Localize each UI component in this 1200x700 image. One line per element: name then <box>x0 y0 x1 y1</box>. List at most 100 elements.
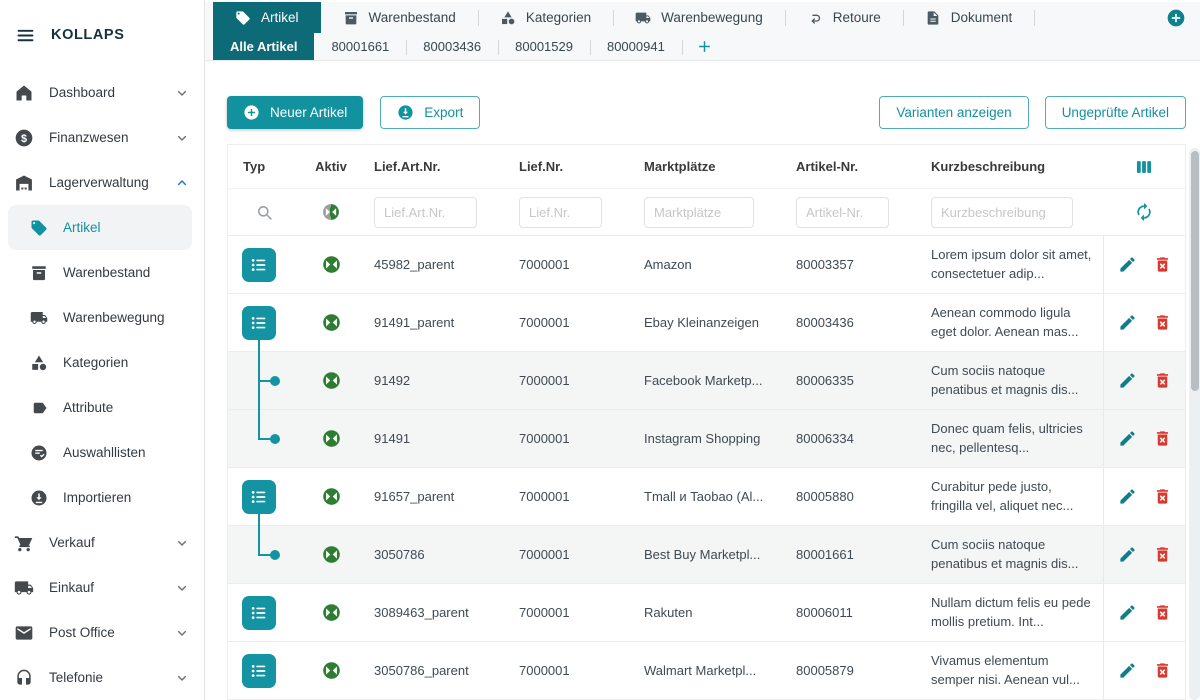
sidebar-item-verkauf[interactable]: Verkauf <box>0 520 204 565</box>
filter-input-artikel-nr[interactable] <box>796 197 889 228</box>
edit-button[interactable] <box>1118 371 1137 390</box>
active-cell <box>300 544 362 565</box>
lief-art-nr-cell: 3089463_parent <box>362 605 507 620</box>
article-type-button[interactable] <box>242 306 276 340</box>
scrollbar-thumb[interactable] <box>1191 151 1199 391</box>
lief-nr-cell: 7000001 <box>507 489 632 504</box>
vertical-scrollbar[interactable] <box>1189 148 1200 700</box>
tab-kategorien[interactable]: Kategorien <box>478 2 613 33</box>
delete-trash-icon <box>1153 545 1172 564</box>
delete-button[interactable] <box>1153 545 1172 564</box>
sidebar-item-telefonie[interactable]: Telefonie <box>0 655 204 700</box>
active-status-icon[interactable] <box>321 428 342 449</box>
active-status-icon[interactable] <box>321 312 342 333</box>
lief-nr-cell: 7000001 <box>507 663 632 678</box>
edit-pencil-icon <box>1118 255 1137 274</box>
type-cell <box>228 526 300 583</box>
sidebar-item-auswahllisten[interactable]: Auswahllisten <box>0 430 204 475</box>
unchecked-articles-button[interactable]: Ungeprüfte Artikel <box>1045 96 1186 129</box>
edit-pencil-icon <box>1118 487 1137 506</box>
columns-icon[interactable] <box>1134 157 1154 177</box>
export-button[interactable]: Export <box>380 96 480 129</box>
filter-input-marktpl-tze[interactable] <box>644 197 754 228</box>
filter-cell-artikel-nr <box>784 197 919 228</box>
sidebar-item-einkauf[interactable]: Einkauf <box>0 565 204 610</box>
active-status-icon[interactable] <box>321 602 342 623</box>
tag-icon <box>30 219 48 237</box>
article-type-button[interactable] <box>242 248 276 282</box>
subtab-80001661[interactable]: 80001661 <box>314 33 406 60</box>
sidebar-item-dashboard[interactable]: Dashboard <box>0 70 204 115</box>
artikel-nr-cell: 80005880 <box>784 489 919 504</box>
article-type-button[interactable] <box>242 480 276 514</box>
column-header-kurzbeschreibung: Kurzbeschreibung <box>919 159 1103 174</box>
sidebar-item-attribute[interactable]: Attribute <box>0 385 204 430</box>
delete-button[interactable] <box>1153 313 1172 332</box>
active-status-icon[interactable] <box>321 544 342 565</box>
artikel-nr-cell: 80006335 <box>784 373 919 388</box>
table-row: 91657_parent 7000001 Tmall и Taobao (Al.… <box>228 468 1185 526</box>
subtab-80001529[interactable]: 80001529 <box>498 33 590 60</box>
plus-circle-icon <box>243 104 260 121</box>
actions-cell <box>1103 642 1185 699</box>
sidebar-item-lagerverwaltung[interactable]: Lagerverwaltung <box>0 160 204 205</box>
delete-trash-icon <box>1153 429 1172 448</box>
shapes-icon <box>30 354 48 372</box>
add-tab-button[interactable] <box>1166 8 1186 28</box>
delete-trash-icon <box>1153 661 1172 680</box>
delete-trash-icon <box>1153 371 1172 390</box>
active-status-icon[interactable] <box>321 370 342 391</box>
show-variants-button[interactable]: Varianten anzeigen <box>879 96 1028 129</box>
edit-button[interactable] <box>1118 545 1137 564</box>
delete-button[interactable] <box>1153 371 1172 390</box>
menu-icon[interactable] <box>15 25 36 46</box>
sidebar-item-artikel[interactable]: Artikel <box>8 205 192 250</box>
list-icon <box>248 660 270 682</box>
show-variants-label: Varianten anzeigen <box>896 105 1011 120</box>
active-status-icon[interactable] <box>321 486 342 507</box>
tab-artikel[interactable]: Artikel <box>213 2 321 33</box>
tab-retoure[interactable]: Retoure <box>785 2 903 33</box>
article-type-button[interactable] <box>242 596 276 630</box>
sidebar-item-warenbestand[interactable]: Warenbestand <box>0 250 204 295</box>
type-cell <box>228 468 300 525</box>
filter-input-lief-art-nr[interactable] <box>374 197 477 228</box>
sidebar-item-importieren[interactable]: Importieren <box>0 475 204 520</box>
refresh-icon[interactable] <box>1134 202 1154 222</box>
new-article-button[interactable]: Neuer Artikel <box>227 96 363 129</box>
edit-button[interactable] <box>1118 429 1137 448</box>
table-body: 45982_parent 7000001 Amazon 80003357 Lor… <box>228 236 1185 700</box>
delete-button[interactable] <box>1153 255 1172 274</box>
delete-button[interactable] <box>1153 429 1172 448</box>
article-type-button[interactable] <box>242 654 276 688</box>
kurzbeschreibung-cell: Cum sociis natoque penatibus et magnis d… <box>919 362 1103 400</box>
edit-button[interactable] <box>1118 313 1137 332</box>
add-subtab-button[interactable] <box>682 33 727 60</box>
sidebar-item-post-office[interactable]: Post Office <box>0 610 204 655</box>
filter-input-lief-nr[interactable] <box>519 197 602 228</box>
active-filter-toggle-icon[interactable] <box>321 202 341 222</box>
chevron-down-icon <box>174 535 190 551</box>
kurzbeschreibung-cell: Donec quam felis, ultricies nec, pellent… <box>919 420 1103 458</box>
delete-button[interactable] <box>1153 603 1172 622</box>
tab-dokument[interactable]: Dokument <box>903 2 1035 33</box>
tab-warenbewegung[interactable]: Warenbewegung <box>613 2 785 33</box>
sidebar-item-kategorien[interactable]: Kategorien <box>0 340 204 385</box>
subtab-alle-artikel[interactable]: Alle Artikel <box>213 33 314 60</box>
subtab-80000941[interactable]: 80000941 <box>590 33 682 60</box>
active-status-icon[interactable] <box>321 660 342 681</box>
table-row: 91491_parent 7000001 Ebay Kleinanzeigen … <box>228 294 1185 352</box>
sidebar-item-warenbewegung[interactable]: Warenbewegung <box>0 295 204 340</box>
delete-button[interactable] <box>1153 661 1172 680</box>
subtab-80003436[interactable]: 80003436 <box>406 33 498 60</box>
filter-input-kurzbeschreibung[interactable] <box>931 197 1073 228</box>
delete-button[interactable] <box>1153 487 1172 506</box>
actions-cell <box>1103 236 1185 293</box>
sidebar-item-finanzwesen[interactable]: $ Finanzwesen <box>0 115 204 160</box>
edit-button[interactable] <box>1118 487 1137 506</box>
edit-button[interactable] <box>1118 603 1137 622</box>
tab-warenbestand[interactable]: Warenbestand <box>321 2 478 33</box>
edit-button[interactable] <box>1118 661 1137 680</box>
active-status-icon[interactable] <box>321 254 342 275</box>
edit-button[interactable] <box>1118 255 1137 274</box>
